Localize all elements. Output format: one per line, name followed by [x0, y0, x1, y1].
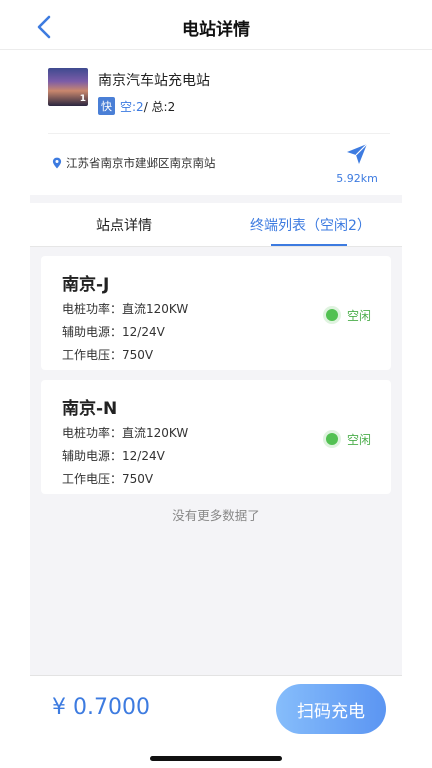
status-dot-icon — [322, 430, 341, 448]
bottom-bar: ¥ 0.7000 扫码充电 — [30, 675, 402, 741]
terminal-card[interactable]: 南京-J 电桩功率：直流120KW 辅助电源：12/24V 工作电压：750V … — [41, 256, 391, 370]
price-label: ¥ 0.7000 — [52, 695, 150, 720]
terminal-voltage: 工作电压：750V — [62, 472, 154, 486]
terminal-aux-power: 辅助电源：12/24V — [62, 449, 165, 463]
scan-to-charge-button[interactable]: 扫码充电 — [276, 684, 386, 734]
active-tab-indicator — [271, 244, 347, 246]
terminal-status-label: 空闲 — [346, 432, 371, 447]
tab-terminal-list[interactable]: 终端列表（空闲2） — [250, 215, 371, 235]
terminal-aux-power: 辅助电源：12/24V — [62, 325, 165, 339]
home-indicator[interactable] — [150, 756, 282, 761]
station-name: 南京汽车站充电站 — [98, 73, 210, 89]
status-dot-icon — [322, 306, 341, 324]
terminal-voltage: 工作电压：750V — [62, 348, 154, 362]
list-end-message: 没有更多数据了 — [172, 508, 260, 523]
thumbnail-count-badge: 1 — [79, 94, 86, 104]
tab-station-info[interactable]: 站点详情 — [96, 215, 152, 235]
page-title: 电站详情 — [182, 20, 250, 40]
total-count: / 总:2 — [143, 99, 176, 114]
address-row: 江苏省南京市建邺区南京南站 — [52, 155, 216, 171]
terminal-list: 南京-J 电桩功率：直流120KW 辅助电源：12/24V 工作电压：750V … — [30, 247, 402, 675]
terminal-status: 空闲 — [322, 306, 371, 324]
charger-availability: 快 空:2 / 总:2 — [98, 97, 175, 115]
terminal-card[interactable]: 南京-N 电桩功率：直流120KW 辅助电源：12/24V 工作电压：750V … — [41, 380, 391, 494]
navigation-arrow-icon — [347, 143, 368, 164]
distance-label: 5.92km — [336, 172, 378, 185]
terminal-status-label: 空闲 — [346, 308, 371, 323]
nav-header: 电站详情 — [0, 0, 432, 50]
terminal-name: 南京-N — [62, 399, 118, 419]
fast-charge-badge: 快 — [98, 97, 115, 115]
navigate-button[interactable]: 5.92km — [334, 142, 380, 185]
terminal-name: 南京-J — [62, 275, 110, 295]
location-pin-icon — [52, 157, 62, 169]
station-card: 1 南京汽车站充电站 快 空:2 / 总:2 江苏省南京市建邺区南京南站 5.9… — [30, 50, 402, 195]
station-thumbnail[interactable]: 1 — [48, 68, 88, 106]
station-address: 江苏省南京市建邺区南京南站 — [66, 156, 216, 170]
tab-bar: 站点详情 终端列表（空闲2） — [30, 203, 402, 247]
section-gap — [30, 195, 402, 203]
divider — [48, 133, 390, 134]
terminal-power: 电桩功率：直流120KW — [62, 426, 189, 440]
terminal-power: 电桩功率：直流120KW — [62, 302, 189, 316]
free-count: 空:2 — [120, 99, 144, 114]
terminal-status: 空闲 — [322, 430, 371, 448]
